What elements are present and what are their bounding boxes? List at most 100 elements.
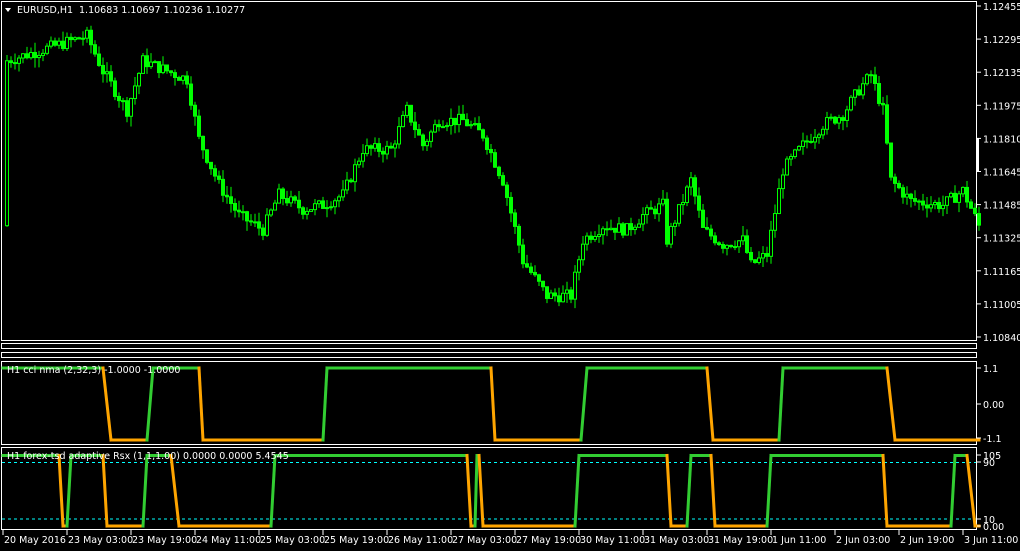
price-label: 1.12295 [983, 35, 1020, 46]
cci-line [1, 366, 981, 442]
candle-body [153, 61, 157, 64]
candle-body [265, 214, 269, 236]
candle-body [893, 176, 897, 184]
candle-body [749, 251, 753, 261]
candle-body [865, 74, 869, 85]
scroll-marker[interactable] [976, 138, 979, 172]
candle-body [93, 44, 97, 55]
candle-body [245, 211, 249, 222]
candle-body [105, 71, 109, 75]
rsx-axis-label: 0.00 [983, 522, 1004, 533]
candle-body [241, 211, 245, 214]
candle-body [809, 140, 813, 143]
candle-body [601, 228, 605, 236]
candle-body [921, 200, 925, 206]
candle-body [21, 53, 25, 59]
candle-body [641, 214, 645, 225]
empty-subwindow-1 [1, 343, 977, 349]
candle-body [5, 60, 9, 227]
indicator-segment [709, 453, 717, 528]
candle-body [345, 179, 349, 191]
symbol-label: EURUSD,H1 [17, 5, 73, 16]
candle-body [425, 140, 429, 147]
candle-body [741, 235, 745, 242]
candle-body [529, 266, 533, 273]
candle-body [645, 207, 649, 216]
candle-body [409, 104, 413, 123]
candle-body [25, 53, 29, 59]
candle-body [549, 292, 553, 299]
candle-body [309, 209, 313, 212]
candle-body [117, 95, 121, 102]
candle-body [165, 64, 169, 72]
candle-body [473, 123, 477, 126]
candle-body [381, 150, 385, 155]
candle-body [137, 72, 141, 87]
candle-body [461, 113, 465, 121]
candle-body [485, 137, 489, 150]
candle-body [141, 55, 145, 74]
trading-chart[interactable]: 1.12455 1.12295 1.12135 1.11975 1.11810 1.116… [0, 0, 1020, 551]
candle-body [429, 131, 433, 142]
candle-body [565, 289, 569, 294]
candle-body [897, 182, 901, 189]
candle-body [353, 164, 357, 183]
candle-body [657, 203, 661, 215]
candle-body [841, 117, 845, 121]
candle-body [977, 213, 981, 226]
candle-body [793, 149, 797, 158]
time-label: 20 May 2016 [4, 535, 66, 546]
indicator-segment [705, 366, 715, 442]
candle-body [269, 209, 273, 216]
price-label: 1.11165 [983, 267, 1020, 278]
candle-body [333, 200, 337, 208]
candle-body [625, 223, 629, 236]
candle-body [669, 225, 673, 245]
candle-body [553, 292, 557, 297]
candle-body [477, 123, 481, 131]
candle-body [901, 187, 905, 198]
candle-body [513, 212, 517, 227]
rsx-panel-title: H1 forex-tsd adaptive Rsx (1,1,1.00) 0.0… [7, 451, 289, 462]
candle-body [73, 37, 77, 41]
triangle-down-icon[interactable] [5, 8, 11, 12]
candle-body [753, 259, 757, 263]
candle-body [853, 89, 857, 98]
candle-body [357, 160, 361, 166]
candle-body [557, 295, 561, 303]
candle-body [917, 200, 921, 203]
candle-body [53, 40, 57, 46]
candle-body [873, 74, 877, 85]
candle-body [405, 104, 409, 116]
candle-body [713, 235, 717, 244]
candle-body [525, 263, 529, 268]
cci-panel-title: H1 cci nma (2,32,3) -1.0000 -1.0000 [7, 365, 180, 376]
candle-body [113, 80, 117, 97]
rsx-axis: 10590100.00 [977, 451, 1004, 533]
time-label: 2 Jun 03:00 [836, 535, 890, 546]
price-label: 1.11485 [983, 201, 1020, 212]
candle-body [173, 72, 177, 78]
indicator-segment [101, 366, 113, 442]
candle-body [433, 124, 437, 133]
candle-body [213, 168, 217, 177]
candle-body [717, 242, 721, 246]
candle-body [965, 186, 969, 203]
candle-body [41, 52, 45, 56]
candle-body [609, 227, 613, 231]
candle-body [937, 201, 941, 210]
price-label: 1.12135 [983, 68, 1020, 79]
candle-body [189, 83, 193, 106]
candle-body [329, 206, 333, 209]
candle-body [133, 85, 137, 100]
candle-body [197, 115, 201, 137]
candle-body [861, 83, 865, 96]
candle-body [653, 208, 657, 215]
indicator-segment [141, 453, 149, 528]
candle-body [481, 129, 485, 139]
price-label: 1.11645 [983, 168, 1020, 179]
indicator-segment [65, 453, 73, 528]
candle-body [233, 202, 237, 211]
rsx-levels [2, 462, 976, 520]
candle-body [957, 193, 961, 203]
